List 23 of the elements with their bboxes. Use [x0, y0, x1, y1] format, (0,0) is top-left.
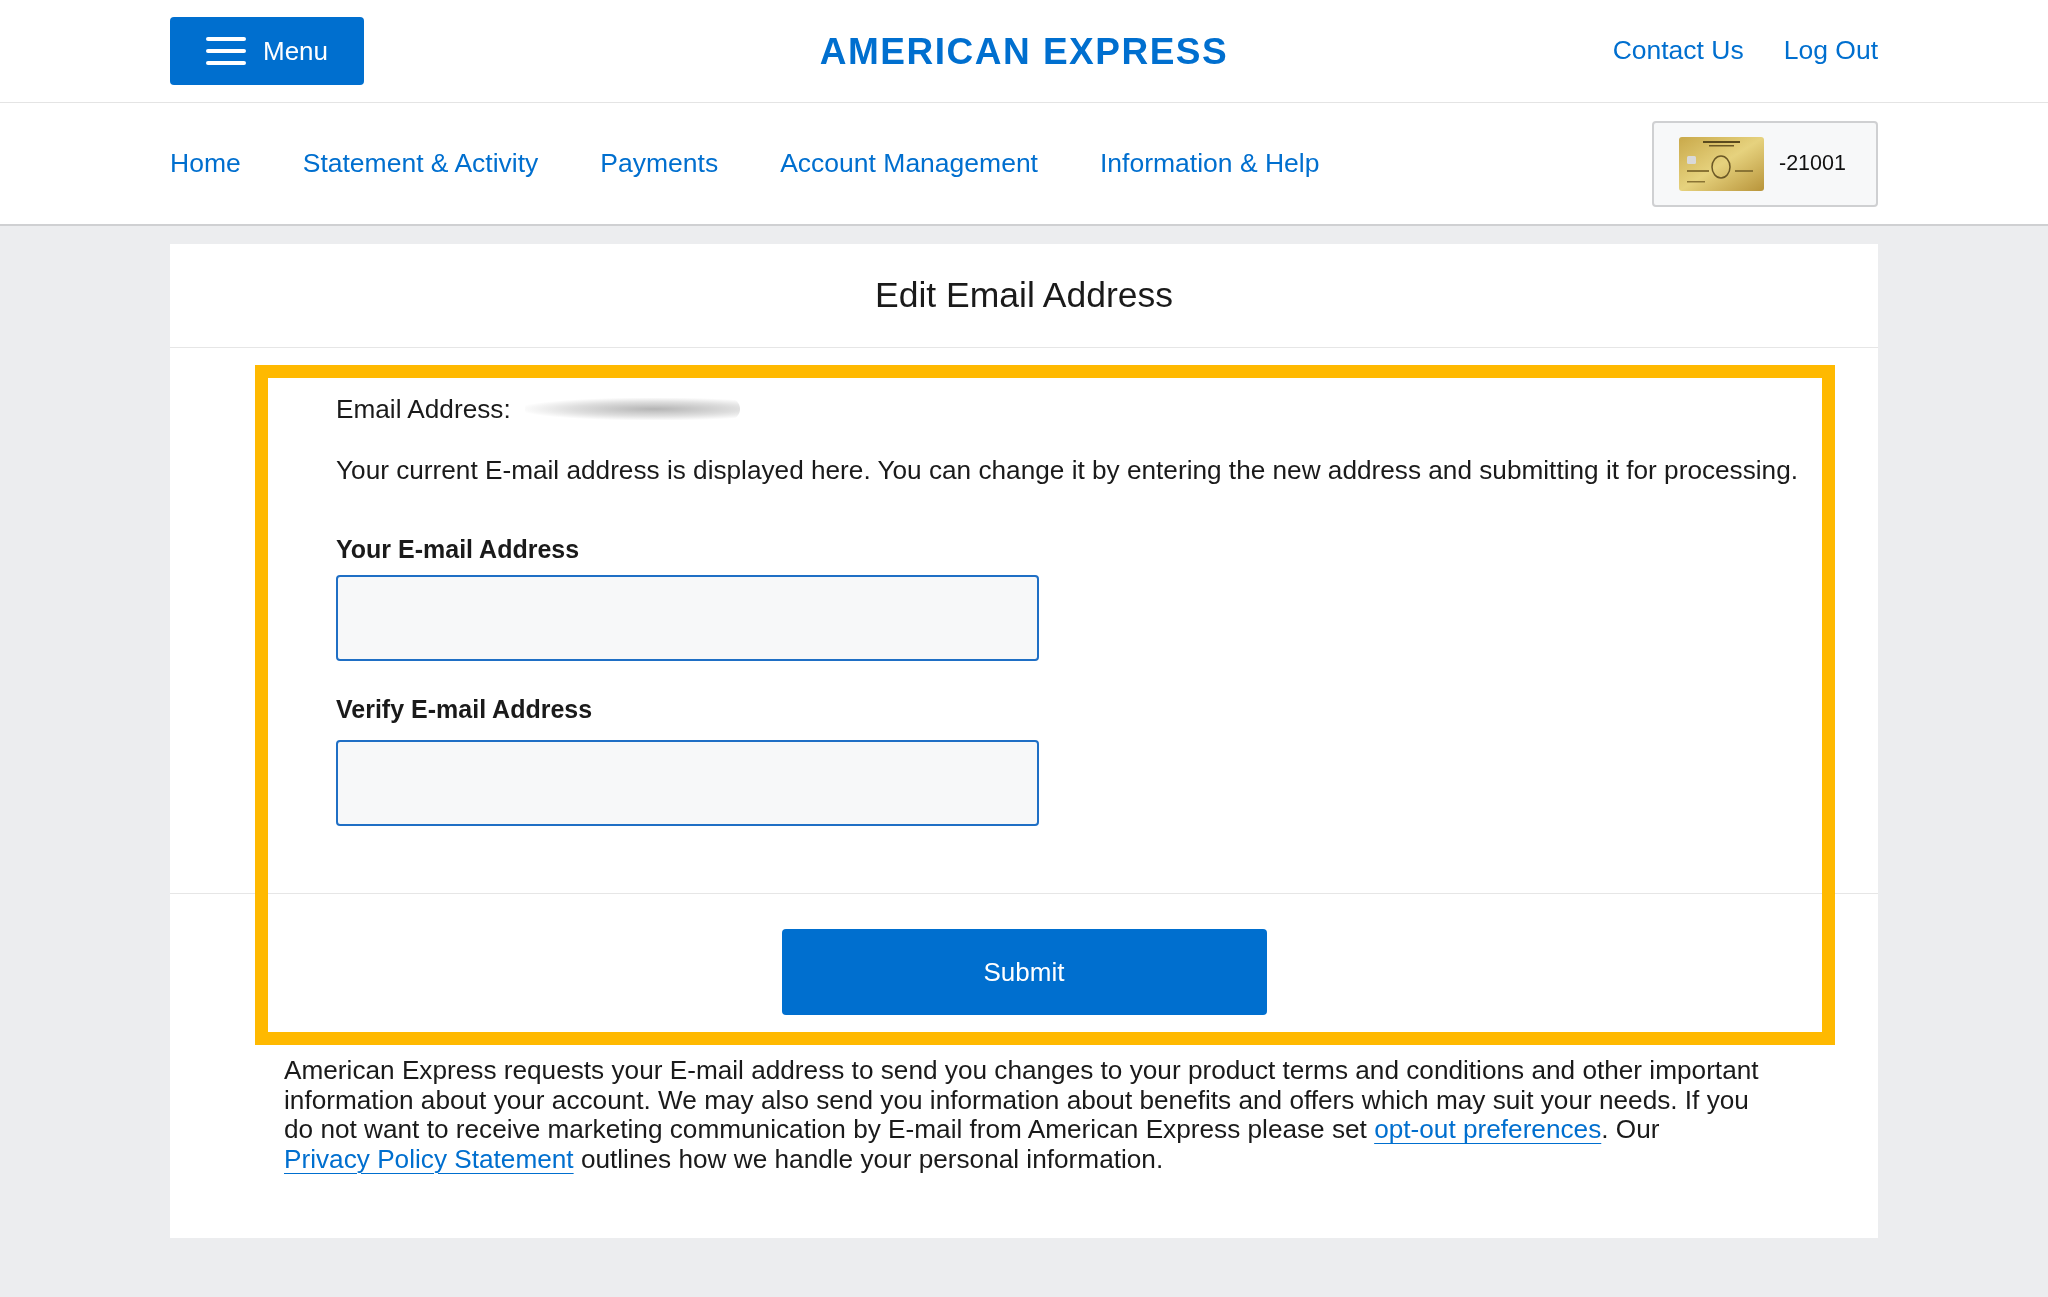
email-input-field[interactable]	[336, 575, 1039, 661]
header-link[interactable]: Log Out	[1783, 31, 1878, 71]
credit-card-icon	[1679, 136, 1764, 191]
disclaimer-text: American Express requests your E-mail address to send you changes to your product terms and conditions and other important information about your account. We may also send you information about benefits and offers which may suit your needs. If you do not want to receive marketing communication by E-mail from American Express please set opt-out preferences. Our Privacy Policy Statement outlines how we handle your personal information.	[284, 1056, 1760, 1175]
current-email-label: Email Address:	[336, 394, 511, 424]
card-selector-button[interactable]: -21001	[1652, 120, 1878, 207]
brand-wordmark: AMERICAN EXPRESS	[819, 32, 1229, 70]
nav-link[interactable]: Account Management	[780, 143, 1038, 184]
field-label: Verify E-mail Address	[336, 694, 593, 724]
nav-link[interactable]: Statement & Activity	[302, 143, 539, 184]
nav-link[interactable]: Payments	[600, 143, 719, 184]
text-link[interactable]: Privacy Policy Statement	[284, 1143, 574, 1174]
page-title: Edit Email Address	[170, 244, 1878, 348]
header-link[interactable]: Contact Us	[1612, 31, 1744, 71]
field-label: Your E-mail Address	[336, 534, 580, 564]
nav-link[interactable]: Home	[170, 143, 241, 184]
menu-button[interactable]: Menu	[170, 17, 364, 85]
email-input-field[interactable]	[336, 740, 1039, 826]
description-text: Your current E-mail address is displayed here. You can change it by entering the new address and submitting it for processing.	[336, 455, 1798, 485]
text-link[interactable]: opt-out preferences	[1374, 1114, 1602, 1145]
menu-icon	[206, 37, 246, 65]
nav-link[interactable]: Information & Help	[1100, 143, 1320, 184]
submit-button[interactable]: Submit	[781, 929, 1267, 1015]
